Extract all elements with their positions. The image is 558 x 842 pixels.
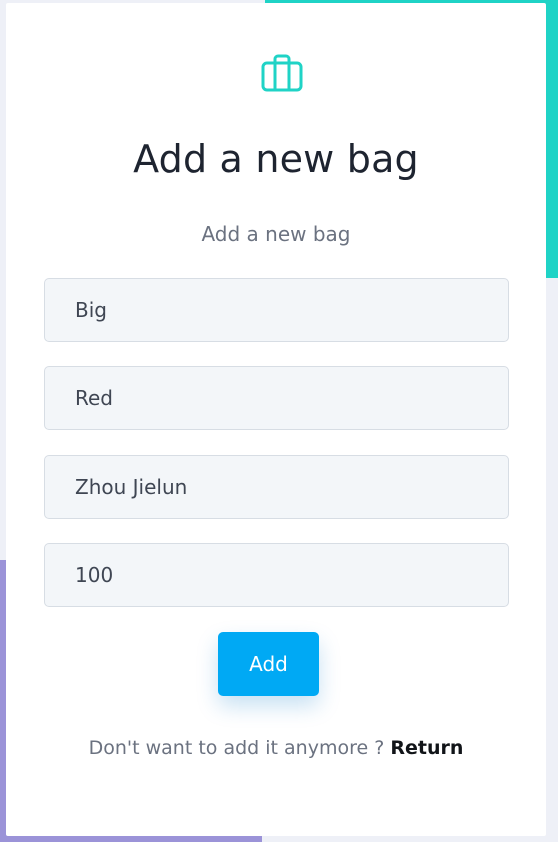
page-subtitle: Add a new bag	[201, 222, 351, 246]
add-button[interactable]: Add	[218, 632, 319, 696]
footer-prompt: Don't want to add it anymore ?	[88, 737, 385, 759]
briefcase-icon	[261, 54, 303, 92]
page-title: Add a new bag	[133, 137, 419, 181]
return-link[interactable]: Return	[390, 737, 463, 759]
bag-price-input[interactable]	[44, 543, 509, 607]
bag-size-input[interactable]	[44, 278, 509, 342]
bag-color-input[interactable]	[44, 366, 509, 430]
bag-owner-input[interactable]	[44, 455, 509, 519]
footer-text: Don't want to add it anymore ? Return	[6, 735, 546, 761]
add-bag-card: Add a new bag Add a new bag Add Don't wa…	[6, 3, 546, 836]
